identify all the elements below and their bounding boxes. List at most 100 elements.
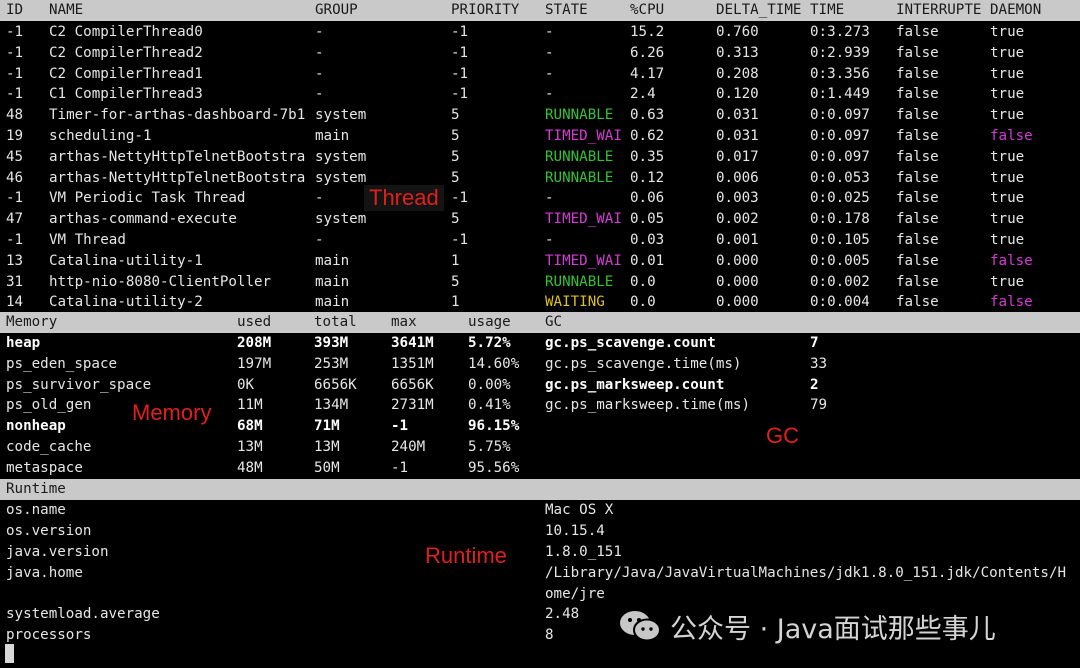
runtime-value: Mac OS X (545, 502, 614, 518)
thread-cpu: 2.4 (630, 86, 656, 103)
runtime-value: /Library/Java/JavaVirtualMachines/jdk1.8… (545, 565, 1067, 581)
thread-time: 0:0.097 (810, 148, 870, 165)
thread-interrupted: false (896, 24, 939, 40)
thread-group: main (315, 273, 350, 290)
terminal-cursor (5, 644, 14, 663)
runtime-key: java.version (6, 544, 109, 560)
runtime-key: os.name (6, 502, 66, 518)
thread-row: 48 Timer-for-arthas-dashboard-7b1 system 5 R… (0, 105, 1080, 126)
thread-cpu: 0.05 (630, 211, 665, 228)
thread-group: system (315, 107, 367, 124)
thread-interrupted: false (896, 211, 939, 228)
col-state: STATE (545, 2, 588, 18)
thread-row: -1 C2 CompilerThread0 - -1 - 15.2 0.760 0:3.273… (0, 22, 1080, 43)
thread-row: -1 C1 CompilerThread3 - -1 - 2.4 0.120 0:1.449 f… (0, 84, 1080, 105)
memory-name: nonheap (6, 418, 66, 435)
thread-state: RUNNABLE (545, 169, 614, 186)
thread-group: - (315, 24, 324, 40)
thread-delta-time: 0.000 (716, 273, 759, 290)
thread-time: 0:0.025 (810, 190, 870, 207)
thread-group: - (315, 86, 324, 103)
thread-priority: 1 (451, 252, 460, 269)
runtime-header-label: Runtime (6, 481, 66, 497)
thread-delta-time: 0.313 (716, 44, 759, 61)
memory-used: 48M (237, 459, 263, 476)
gc-row: gc.ps_scavenge.count 7 (540, 333, 1080, 354)
thread-name: VM Thread (49, 232, 126, 248)
thread-priority: 5 (451, 148, 460, 165)
thread-daemon: false (990, 252, 1033, 269)
col-used: used (237, 314, 272, 330)
thread-cpu: 0.35 (630, 148, 665, 165)
thread-group: system (315, 148, 367, 165)
thread-id: 13 (6, 252, 24, 269)
thread-delta-time: 0.760 (716, 24, 759, 40)
thread-interrupted: false (896, 294, 939, 311)
thread-row: -1 VM Periodic Task Thread - -1 - 0.06 0.003 0:… (0, 188, 1080, 209)
thread-interrupted: false (896, 252, 939, 269)
thread-state: - (545, 24, 554, 40)
thread-time: 0:0.053 (810, 169, 870, 186)
memory-row: ps_eden_space 197M 253M 1351M 14.60% (0, 354, 540, 375)
thread-time: 0:0.005 (810, 252, 870, 269)
memory-row: heap 208M 393M 3641M 5.72% (0, 333, 540, 354)
memory-usage: 0.00% (468, 376, 511, 393)
thread-delta-time: 0.002 (716, 211, 759, 228)
col-group: GROUP (315, 2, 358, 18)
col-name: NAME (49, 2, 84, 18)
thread-priority: -1 (451, 190, 469, 207)
runtime-row-java-home-cont: ome/jre (0, 584, 1080, 605)
memory-usage: 96.15% (468, 418, 520, 435)
memory-table-header: Memory used total max usage GC (0, 312, 1080, 333)
thread-delta-time: 0.003 (716, 190, 759, 207)
thread-row: 45 arthas-NettyHttpTelnetBootstra system 5 R… (0, 147, 1080, 168)
thread-cpu: 0.06 (630, 190, 665, 207)
thread-interrupted: false (896, 65, 939, 82)
thread-id: -1 (6, 24, 24, 40)
thread-name: Catalina-utility-1 (49, 252, 203, 269)
thread-name: Timer-for-arthas-dashboard-7b1 (49, 107, 306, 124)
memory-name: ps_old_gen (6, 397, 92, 414)
thread-daemon: true (990, 65, 1025, 82)
memory-row: metaspace 48M 50M -1 95.56% (0, 458, 540, 479)
col-priority: PRIORITY (451, 2, 520, 18)
watermark: 公众号 · Java面试那些事儿 (618, 604, 996, 648)
col-total: total (314, 314, 357, 330)
thread-state: - (545, 190, 554, 207)
thread-time: 0:0.097 (810, 128, 870, 144)
thread-group: - (315, 190, 324, 207)
thread-id: -1 (6, 44, 24, 61)
thread-row: 13 Catalina-utility-1 main 1 TIMED_WAI 0.01 0.… (0, 251, 1080, 272)
thread-priority: -1 (451, 232, 469, 248)
thread-interrupted: false (896, 190, 939, 207)
thread-row: -1 VM Thread - -1 - 0.03 0.001 0:0.105 false true (0, 230, 1080, 251)
thread-name: C2 CompilerThread2 (49, 44, 203, 61)
memory-used: 11M (237, 397, 263, 414)
gc-name: gc.ps_scavenge.count (545, 335, 716, 351)
thread-row: 31 http-nio-8080-ClientPoller main 5 RUNNABL… (0, 272, 1080, 293)
thread-delta-time: 0.031 (716, 107, 759, 124)
thread-name: C2 CompilerThread1 (49, 65, 203, 82)
thread-table-header: ID NAME GROUP PRIORITY STATE %CPU DELTA_… (0, 0, 1080, 21)
thread-interrupted: false (896, 107, 939, 124)
memory-max: 1351M (391, 355, 434, 372)
thread-group: main (315, 128, 350, 144)
memory-name: heap (6, 335, 41, 351)
thread-interrupted: false (896, 169, 939, 186)
thread-state: RUNNABLE (545, 273, 614, 290)
thread-interrupted: false (896, 273, 939, 290)
thread-name: C2 CompilerThread0 (49, 24, 203, 40)
memory-total: 393M (314, 335, 349, 351)
thread-cpu: 0.0 (630, 273, 656, 290)
thread-time: 0:0.004 (810, 294, 870, 311)
thread-priority: -1 (451, 65, 469, 82)
runtime-row-java-home: java.home /Library/Java/JavaVirtualMachi… (0, 563, 1080, 584)
thread-delta-time: 0.006 (716, 169, 759, 186)
thread-daemon: true (990, 107, 1025, 124)
thread-id: 47 (6, 211, 24, 228)
memory-name: ps_eden_space (6, 355, 118, 372)
memory-name: ps_survivor_space (6, 376, 152, 393)
thread-cpu: 0.63 (630, 107, 665, 124)
runtime-annotation: Runtime (425, 543, 507, 568)
runtime-key: os.version (6, 523, 92, 539)
